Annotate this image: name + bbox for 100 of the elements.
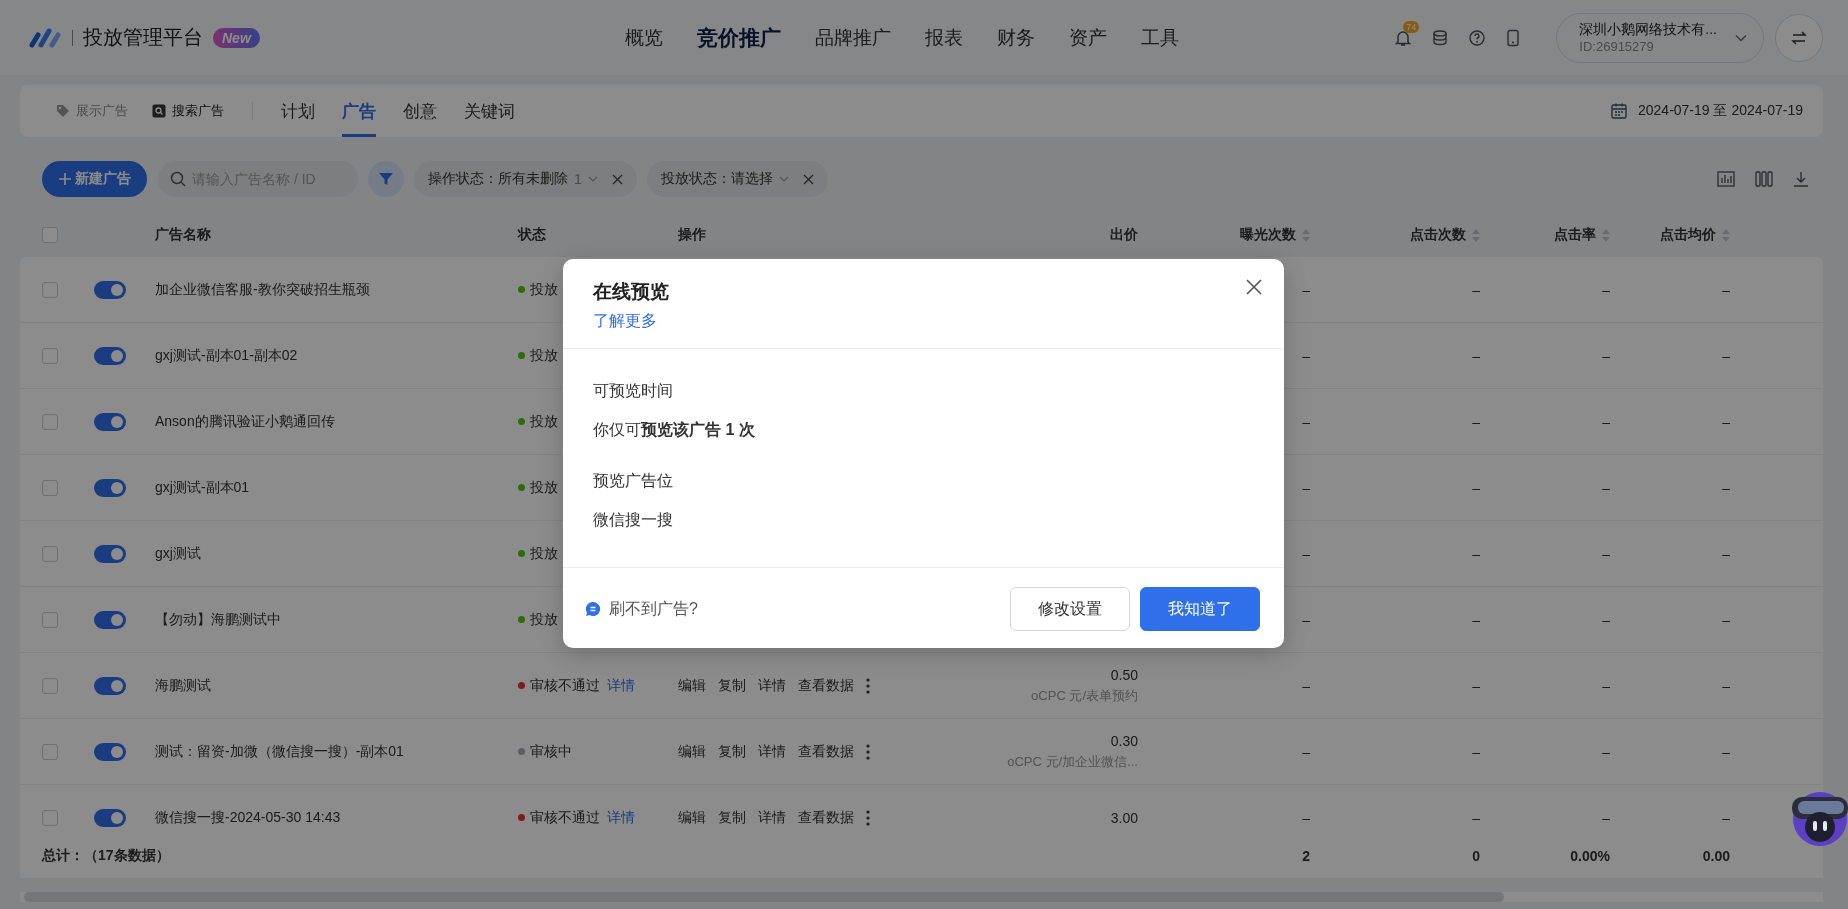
details-link[interactable]: 详情	[607, 808, 635, 827]
section-value: 你仅可预览该广告 1 次	[593, 420, 756, 440]
action-link[interactable]: 编辑	[678, 742, 706, 761]
ad-type-tab[interactable]: 搜索广告	[152, 102, 224, 120]
toggle-switch[interactable]	[94, 610, 126, 629]
ad-name: gxj测试-副本01	[155, 478, 250, 497]
action-link[interactable]: 查看数据	[798, 742, 854, 761]
row-checkbox[interactable]	[42, 809, 58, 826]
table-cell: –	[1722, 413, 1730, 430]
nav-item[interactable]: 工具	[1141, 24, 1179, 51]
action-link[interactable]: 复制	[718, 676, 746, 695]
action-link[interactable]: 编辑	[678, 676, 706, 695]
row-checkbox[interactable]	[42, 611, 58, 628]
status-text: 投放	[530, 412, 558, 431]
search-icon	[170, 171, 186, 187]
phone-icon[interactable]	[1505, 28, 1522, 47]
toggle-switch[interactable]	[94, 676, 126, 695]
action-link[interactable]: 查看数据	[798, 676, 854, 695]
table-cell: –	[1472, 479, 1480, 496]
tab[interactable]: 计划	[281, 85, 315, 137]
close-icon[interactable]	[802, 173, 814, 185]
toggle-switch[interactable]	[94, 808, 126, 827]
row-checkbox[interactable]	[42, 479, 58, 496]
row-checkbox[interactable]	[42, 545, 58, 562]
close-icon[interactable]	[1246, 279, 1262, 295]
action-link[interactable]: 详情	[758, 676, 786, 695]
chat-bubble-icon	[585, 601, 601, 617]
date-range[interactable]: 2024-07-19 至 2024-07-19	[1638, 102, 1803, 120]
ad-name: 测试：留资-加微（微信搜一搜）-副本01	[155, 742, 404, 761]
coins-icon[interactable]	[1431, 28, 1450, 47]
ad-name: gxj测试	[155, 544, 201, 563]
toggle-switch[interactable]	[94, 478, 126, 497]
table-cell: –	[1722, 611, 1730, 628]
tab[interactable]: 创意	[403, 85, 437, 137]
nav-item[interactable]: 竞价推广	[697, 23, 781, 52]
plus-icon	[58, 173, 71, 185]
download-icon[interactable]	[1793, 171, 1809, 187]
status-text: 审核中	[530, 742, 572, 761]
dialog-button[interactable]: 我知道了	[1140, 587, 1260, 631]
action-link[interactable]: 复制	[718, 742, 746, 761]
tab[interactable]: 关键词	[464, 85, 515, 137]
row-checkbox[interactable]	[42, 743, 58, 760]
table-cell: –	[1472, 545, 1480, 562]
nav-item[interactable]: 品牌推广	[815, 24, 891, 51]
filter-label: 操作状态：所有未删除	[428, 170, 568, 188]
logo-icon	[28, 26, 62, 49]
filter-button[interactable]	[368, 161, 404, 197]
table-cell: –	[1302, 611, 1310, 628]
select-all-checkbox[interactable]	[42, 227, 58, 243]
toggle-switch[interactable]	[94, 742, 126, 761]
action-link[interactable]: 查看数据	[798, 808, 854, 827]
account-id: ID:26915279	[1579, 39, 1655, 54]
ad-name: 海鹏测试	[155, 676, 211, 695]
bell-icon[interactable]	[1394, 28, 1413, 47]
account-selector[interactable]: 深圳小鹅网络技术有... ID:26915279	[1556, 12, 1764, 63]
chevron-down-icon	[1735, 33, 1747, 42]
filter-chip[interactable]: 投放状态：请选择	[646, 161, 828, 197]
nav-item[interactable]: 资产	[1069, 24, 1107, 51]
row-checkbox[interactable]	[42, 413, 58, 430]
details-link[interactable]: 详情	[607, 676, 635, 695]
table-cell: –	[1302, 281, 1310, 298]
tab[interactable]: 广告	[342, 85, 376, 137]
toggle-switch[interactable]	[94, 412, 126, 431]
table-cell: –	[1722, 809, 1730, 826]
bid-value: 3.00	[1110, 809, 1138, 826]
action-link[interactable]: 详情	[758, 808, 786, 827]
learn-more-link[interactable]: 了解更多	[593, 311, 657, 332]
action-link[interactable]: 编辑	[678, 808, 706, 827]
calendar-icon[interactable]	[1610, 102, 1628, 120]
chevron-down-icon	[587, 176, 598, 182]
toggle-switch[interactable]	[94, 346, 126, 365]
table-cell: –	[1472, 677, 1480, 694]
bar-chart-icon[interactable]	[1717, 171, 1735, 187]
action-link[interactable]: 详情	[758, 742, 786, 761]
switch-button[interactable]	[1775, 13, 1823, 62]
column-header: 操作	[678, 226, 706, 244]
columns-icon[interactable]	[1755, 171, 1773, 187]
nav-item[interactable]: 报表	[925, 24, 963, 51]
ad-type-tab[interactable]: 展示广告	[56, 102, 128, 120]
row-checkbox[interactable]	[42, 281, 58, 298]
new-ad-button[interactable]: 新建广告	[42, 161, 147, 197]
more-icon[interactable]	[866, 809, 870, 826]
dialog-button[interactable]: 修改设置	[1010, 587, 1130, 631]
nav-item[interactable]: 概览	[625, 24, 663, 51]
table-cell: –	[1722, 677, 1730, 694]
table-cell: –	[1602, 413, 1610, 430]
table-cell: –	[1722, 545, 1730, 562]
nav-item[interactable]: 财务	[997, 24, 1035, 51]
toggle-switch[interactable]	[94, 544, 126, 563]
action-link[interactable]: 复制	[718, 808, 746, 827]
toggle-switch[interactable]	[94, 280, 126, 299]
row-checkbox[interactable]	[42, 677, 58, 694]
help-icon[interactable]	[1468, 28, 1487, 47]
row-checkbox[interactable]	[42, 347, 58, 364]
help-text[interactable]: 刷不到广告?	[609, 598, 698, 620]
table-cell: –	[1722, 479, 1730, 496]
more-icon[interactable]	[866, 677, 870, 694]
table-cell: –	[1472, 743, 1480, 760]
more-icon[interactable]	[866, 743, 870, 760]
close-icon[interactable]	[611, 173, 623, 185]
